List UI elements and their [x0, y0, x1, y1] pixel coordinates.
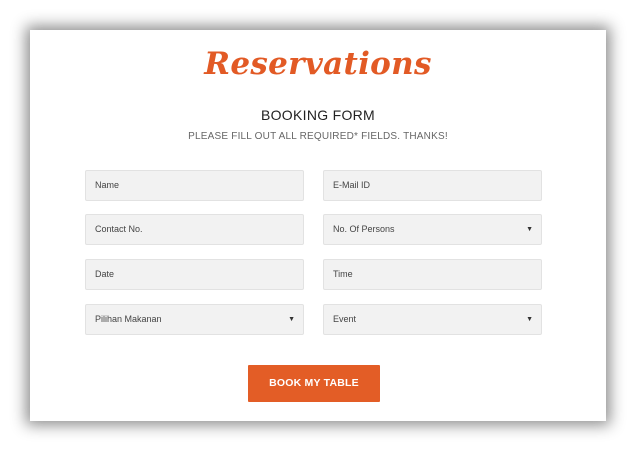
- form-title: BOOKING FORM: [260, 107, 376, 123]
- name-placeholder: Name: [95, 180, 120, 190]
- chevron-down-icon: ▼: [526, 316, 533, 323]
- contact-placeholder: Contact No.: [95, 224, 143, 234]
- chevron-down-icon: ▼: [526, 226, 533, 233]
- food-select[interactable]: Pilihan Makanan ▼: [85, 304, 304, 335]
- reservation-panel: Reservations BOOKING FORM PLEASE FILL OU…: [30, 30, 606, 421]
- contact-field[interactable]: Contact No.: [85, 214, 304, 245]
- form-instructions: PLEASE FILL OUT ALL REQUIRED* FIELDS. TH…: [188, 131, 448, 142]
- food-selected-value: Pilihan Makanan: [95, 314, 162, 324]
- time-placeholder: Time: [333, 269, 353, 279]
- reservations-logo: Reservations: [204, 46, 432, 82]
- persons-selected-value: No. Of Persons: [333, 224, 395, 234]
- date-placeholder: Date: [95, 269, 115, 279]
- book-my-table-button[interactable]: BOOK MY TABLE: [248, 365, 380, 402]
- time-field[interactable]: Time: [323, 259, 542, 290]
- date-field[interactable]: Date: [85, 259, 304, 290]
- chevron-down-icon: ▼: [288, 316, 295, 323]
- persons-select[interactable]: No. Of Persons ▼: [323, 214, 542, 245]
- event-select[interactable]: Event ▼: [323, 304, 542, 335]
- email-placeholder: E-Mail ID: [333, 180, 371, 190]
- email-field[interactable]: E-Mail ID: [323, 170, 542, 201]
- name-field[interactable]: Name: [85, 170, 304, 201]
- event-selected-value: Event: [333, 314, 357, 324]
